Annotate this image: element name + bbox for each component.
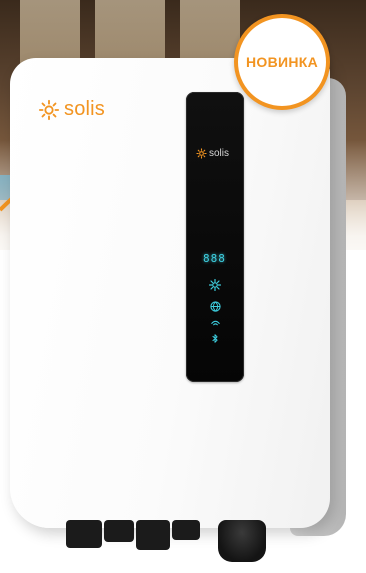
new-badge: НОВИНКА: [234, 14, 330, 110]
inverter-front: [10, 58, 330, 528]
dc-connector: [104, 520, 134, 542]
bluetooth-icon: [208, 331, 222, 345]
brand-logo: solis: [38, 98, 105, 121]
sun-logo-icon: [38, 99, 60, 120]
dc-connector: [172, 520, 200, 540]
brand-logo-text: solis: [64, 98, 106, 120]
sun-icon: [208, 278, 222, 292]
wifi-icon: [208, 315, 222, 329]
product-image: solis solis 888 НОВИНКА: [0, 0, 366, 573]
dc-connector: [136, 520, 170, 550]
display-panel: solis 888: [186, 92, 244, 382]
grid-icon: [208, 299, 222, 313]
sun-logo-icon: [196, 148, 207, 159]
panel-logo: solis: [196, 148, 229, 159]
new-badge-label: НОВИНКА: [245, 54, 319, 70]
cable-gland: [218, 520, 266, 562]
display-digits: 888: [203, 252, 226, 265]
panel-logo-text: solis: [209, 148, 230, 159]
dc-connector: [66, 520, 102, 548]
